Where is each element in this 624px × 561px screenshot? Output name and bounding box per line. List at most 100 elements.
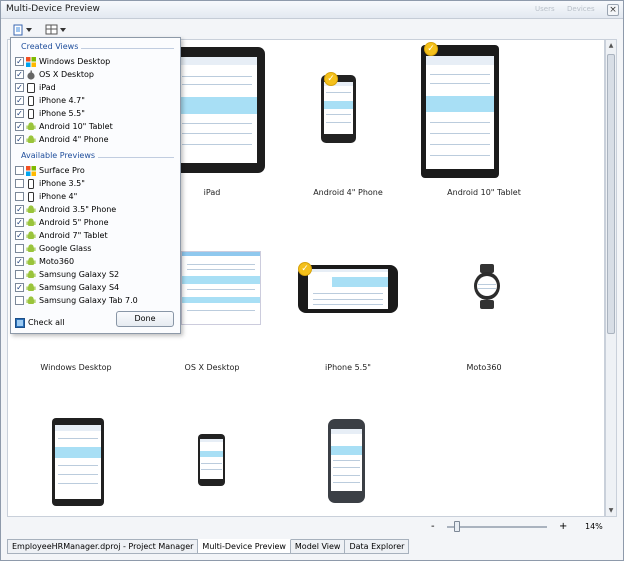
- available-preview-item[interactable]: ✓ Moto360: [15, 255, 180, 268]
- device-option-label: Moto360: [39, 257, 74, 266]
- android-icon: [26, 205, 36, 215]
- android-7-tablet-preview[interactable]: [52, 418, 104, 506]
- tab-model-view[interactable]: Model View: [291, 539, 346, 554]
- created-views-header: Created Views: [11, 41, 180, 54]
- checkbox[interactable]: ✓: [15, 122, 24, 131]
- checkbox[interactable]: [15, 192, 24, 201]
- available-preview-item[interactable]: Surface Pro: [15, 164, 180, 177]
- zoom-level: 14%: [585, 522, 603, 531]
- osx-desktop-preview[interactable]: [181, 251, 261, 325]
- checkbox[interactable]: ✓: [15, 57, 24, 66]
- created-view-item[interactable]: ✓OS X Desktop: [15, 68, 180, 81]
- device-add-icon: [13, 24, 24, 36]
- available-preview-item[interactable]: iPhone 4": [15, 190, 180, 203]
- created-view-item[interactable]: ✓Android 10" Tablet: [15, 120, 180, 133]
- created-view-item[interactable]: ✓iPhone 5.5": [15, 107, 180, 120]
- android-3-5-phone-preview[interactable]: [198, 434, 225, 486]
- checkbox[interactable]: [15, 270, 24, 279]
- osx-desktop-screen: [182, 252, 260, 324]
- checkbox[interactable]: ✓: [15, 218, 24, 227]
- window-title: Multi-Device Preview: [6, 4, 100, 14]
- samsung-galaxy-s4-preview[interactable]: [328, 419, 365, 503]
- ipad-screen: [177, 57, 257, 163]
- checkbox[interactable]: [15, 244, 24, 253]
- tab-project-manager[interactable]: EmployeeHRManager.dproj - Project Manage…: [7, 539, 198, 554]
- created-view-item[interactable]: ✓Windows Desktop: [15, 55, 180, 68]
- device-option-label: Android 7" Tablet: [39, 231, 108, 240]
- iphone-5-5-preview[interactable]: ✓: [298, 265, 398, 313]
- scroll-thumb[interactable]: [607, 54, 615, 334]
- checkbox[interactable]: ✓: [15, 96, 24, 105]
- device-option-label: Samsung Galaxy S2: [39, 270, 119, 279]
- checkbox[interactable]: ✓: [15, 135, 24, 144]
- iphone-5-5-screen: [308, 269, 388, 309]
- checkbox[interactable]: ✓: [15, 257, 24, 266]
- available-preview-item[interactable]: Samsung Galaxy Tab 7.0: [15, 294, 180, 307]
- zoom-slider-thumb[interactable]: [454, 521, 460, 532]
- created-view-item[interactable]: ✓Android 4" Phone: [15, 133, 180, 146]
- check-all-label: Check all: [28, 318, 65, 327]
- windows-icon: [26, 166, 36, 176]
- android-10-tablet-preview[interactable]: ✓: [421, 45, 499, 178]
- android-icon: [26, 257, 36, 267]
- checkbox[interactable]: [15, 166, 24, 175]
- device-option-label: Google Glass: [39, 244, 91, 253]
- zoom-in-button[interactable]: +: [559, 521, 567, 532]
- available-preview-item[interactable]: iPhone 3.5": [15, 177, 180, 190]
- available-preview-item[interactable]: ✓Samsung Galaxy S4: [15, 281, 180, 294]
- device-label-android-10-tablet: Android 10" Tablet: [447, 188, 521, 197]
- tab-multi-device-preview[interactable]: Multi-Device Preview: [198, 539, 290, 554]
- moto360-preview[interactable]: [472, 264, 502, 310]
- scroll-down-icon[interactable]: ▼: [607, 507, 615, 514]
- android-icon: [26, 296, 36, 306]
- checkbox[interactable]: [15, 296, 24, 305]
- phone-icon: [26, 96, 36, 106]
- zoom-out-button[interactable]: -: [431, 521, 435, 532]
- device-label-ipad: iPad: [204, 188, 221, 197]
- available-preview-item[interactable]: Google Glass: [15, 242, 180, 255]
- android-icon: [26, 122, 36, 132]
- checkbox[interactable]: ✓: [15, 231, 24, 240]
- device-option-label: iPhone 4.7": [39, 96, 85, 105]
- checkbox[interactable]: ✓: [15, 109, 24, 118]
- checkbox[interactable]: [15, 179, 24, 188]
- apple-icon: [26, 70, 36, 80]
- checkbox[interactable]: ✓: [15, 205, 24, 214]
- device-option-label: Samsung Galaxy Tab 7.0: [39, 296, 138, 305]
- available-preview-item[interactable]: ✓Android 5" Phone: [15, 216, 180, 229]
- checkbox[interactable]: ✓: [15, 83, 24, 92]
- selected-check-icon: ✓: [424, 42, 438, 56]
- tab-data-explorer[interactable]: Data Explorer: [345, 539, 409, 554]
- selected-check-icon: ✓: [298, 262, 312, 276]
- created-view-item[interactable]: ✓iPad: [15, 81, 180, 94]
- zoom-slider[interactable]: [447, 526, 547, 528]
- checkbox[interactable]: ✓: [15, 283, 24, 292]
- available-preview-item[interactable]: ✓ Android 7" Tablet: [15, 229, 180, 242]
- check-all-icon: [15, 318, 25, 328]
- phone-icon: [26, 179, 36, 189]
- done-button[interactable]: Done: [116, 311, 174, 327]
- available-preview-item[interactable]: ✓ Android 3.5" Phone: [15, 203, 180, 216]
- scroll-up-icon[interactable]: ▲: [607, 42, 615, 49]
- multi-device-preview-window: Multi-Device Preview Users Devices ×: [0, 0, 624, 561]
- android-icon: [26, 218, 36, 228]
- layout-select-button[interactable]: [45, 22, 66, 37]
- available-preview-item[interactable]: Samsung Galaxy S2: [15, 268, 180, 281]
- ipad-preview[interactable]: [169, 47, 265, 173]
- close-button[interactable]: ×: [607, 4, 619, 16]
- samsung-galaxy-s4-screen: [331, 429, 362, 491]
- background-tab-devices: Devices: [567, 5, 595, 13]
- android-4-phone-preview[interactable]: ✓: [321, 75, 356, 143]
- device-select-button[interactable]: [13, 22, 32, 37]
- vertical-scrollbar[interactable]: ▲ ▼: [605, 39, 617, 517]
- device-label-windows-desktop: Windows Desktop: [40, 363, 111, 372]
- available-previews-header: Available Previews: [11, 150, 180, 163]
- device-option-label: Android 3.5" Phone: [39, 205, 116, 214]
- title-bar: Multi-Device Preview Users Devices ×: [1, 1, 623, 19]
- device-selector-popup: Created Views ✓Windows Desktop✓OS X Desk…: [10, 37, 181, 334]
- phone-icon: [26, 109, 36, 119]
- android-icon: [26, 244, 36, 254]
- checkbox[interactable]: ✓: [15, 70, 24, 79]
- created-view-item[interactable]: ✓ iPhone 4.7": [15, 94, 180, 107]
- created-views-title: Created Views: [21, 42, 81, 51]
